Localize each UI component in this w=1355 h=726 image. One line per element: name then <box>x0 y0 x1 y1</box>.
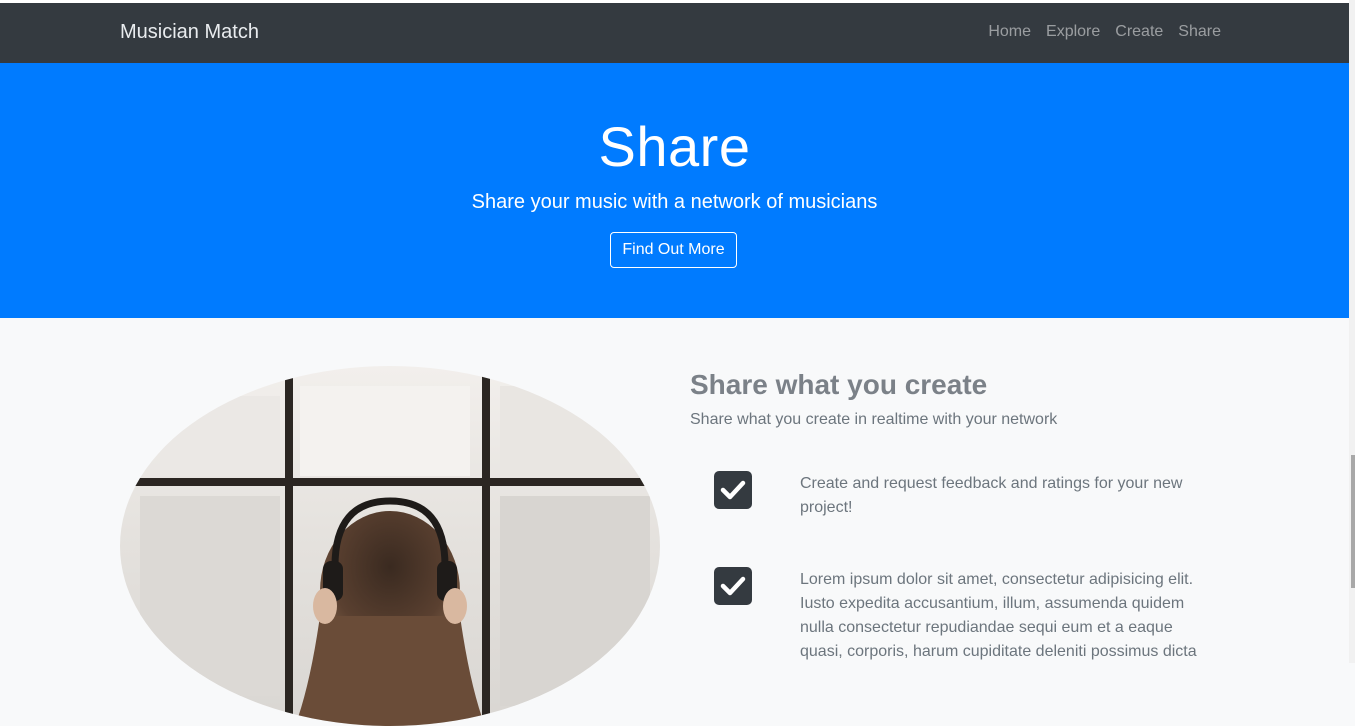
headphones-woman-image <box>120 366 660 726</box>
navbar: Musician Match Home Explore Create Share <box>0 3 1349 63</box>
scrollbar-thumb[interactable] <box>1351 455 1355 588</box>
checkbox-checked-icon <box>714 471 752 509</box>
feature-section: Share what you create Share what you cre… <box>0 318 1349 726</box>
feature-item-text: Lorem ipsum dolor sit amet, consectetur … <box>800 571 1197 660</box>
checkbox-checked-icon <box>714 567 752 605</box>
nav-link-explore[interactable]: Explore <box>1046 22 1100 42</box>
navbar-brand[interactable]: Musician Match <box>120 20 259 44</box>
hero-title: Share <box>598 115 751 178</box>
feature-title: Share what you create <box>690 369 988 400</box>
feature-item-text: Create and request feedback and ratings … <box>800 475 1183 516</box>
musician-photo <box>120 366 660 726</box>
hero-banner: Share Share your music with a network of… <box>0 63 1349 318</box>
hero-subtitle: Share your music with a network of music… <box>471 191 878 213</box>
nav-link-share[interactable]: Share <box>1178 22 1221 42</box>
feature-subtitle: Share what you create in realtime with y… <box>690 411 1058 428</box>
nav-links: Home Explore Create Share <box>988 22 1221 42</box>
find-out-more-button[interactable]: Find Out More <box>610 232 737 268</box>
nav-link-create[interactable]: Create <box>1115 22 1163 42</box>
nav-link-home[interactable]: Home <box>988 22 1031 42</box>
